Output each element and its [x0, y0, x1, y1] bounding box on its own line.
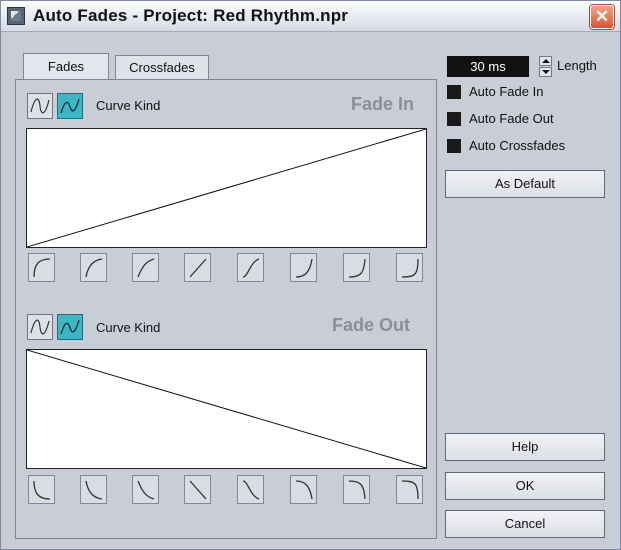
- auto-crossfades-checkbox[interactable]: [447, 139, 461, 153]
- fade-in-curve-editor[interactable]: [26, 128, 427, 248]
- fade-out-preset-3[interactable]: [132, 475, 159, 504]
- fade-in-preset-8[interactable]: [396, 253, 423, 282]
- fade-preset-icon: [33, 258, 51, 278]
- fade-in-preset-5[interactable]: [237, 253, 264, 282]
- auto-fade-in-checkbox[interactable]: [447, 85, 461, 99]
- fade-preset-icon: [401, 258, 419, 278]
- fade-preset-icon: [189, 480, 207, 500]
- title-bar[interactable]: Auto Fades - Project: Red Rhythm.npr ✕: [1, 1, 620, 32]
- length-field[interactable]: 30 ms: [447, 56, 529, 77]
- tab-crossfades[interactable]: Crossfades: [115, 55, 209, 80]
- fade-out-preset-8[interactable]: [396, 475, 423, 504]
- fade-in-preset-7[interactable]: [343, 253, 370, 282]
- fade-in-preset-4[interactable]: [184, 253, 211, 282]
- length-spinner[interactable]: [539, 56, 552, 77]
- fade-preset-icon: [85, 258, 103, 278]
- spinner-up-icon[interactable]: [539, 56, 552, 66]
- fade-preset-icon: [33, 480, 51, 500]
- fade-preset-icon: [189, 258, 207, 278]
- curve-kind-label-fade-in: Curve Kind: [96, 98, 161, 113]
- auto-fade-in-label[interactable]: Auto Fade In: [469, 84, 543, 99]
- fade-preset-icon: [401, 480, 419, 500]
- damped-spline-curve-icon: [60, 98, 80, 114]
- spline-curve-icon: [30, 319, 50, 335]
- help-button[interactable]: Help: [445, 433, 605, 461]
- auto-fade-out-checkbox[interactable]: [447, 112, 461, 126]
- fade-out-curve: [26, 349, 427, 469]
- fade-preset-icon: [348, 258, 366, 278]
- window-title: Auto Fades - Project: Red Rhythm.npr: [33, 6, 349, 25]
- fade-preset-icon: [137, 480, 155, 500]
- spline-curve-icon: [30, 98, 50, 114]
- fade-out-curve-editor[interactable]: [26, 349, 427, 469]
- fade-preset-icon: [242, 258, 260, 278]
- fade-out-heading: Fade Out: [332, 315, 411, 335]
- fade-out-preset-6[interactable]: [290, 475, 317, 504]
- fade-out-preset-5[interactable]: [237, 475, 264, 504]
- fade-in-curve: [26, 128, 427, 248]
- fade-preset-icon: [348, 480, 366, 500]
- fade-preset-icon: [137, 258, 155, 278]
- fade-in-heading: Fade In: [351, 94, 415, 114]
- fade-preset-icon: [242, 480, 260, 500]
- fade-in-preset-1[interactable]: [28, 253, 55, 282]
- fade-out-preset-7[interactable]: [343, 475, 370, 504]
- auto-fade-out-label[interactable]: Auto Fade Out: [469, 111, 554, 126]
- spline-curve-button-fade-out[interactable]: [27, 314, 53, 340]
- damped-spline-curve-button-fade-in[interactable]: [57, 93, 83, 119]
- fade-out-preset-1[interactable]: [28, 475, 55, 504]
- length-label: Length: [557, 58, 597, 73]
- fade-preset-icon: [295, 480, 313, 500]
- fade-out-preset-4[interactable]: [184, 475, 211, 504]
- close-button[interactable]: ✕: [590, 5, 614, 29]
- fade-preset-icon: [85, 480, 103, 500]
- spinner-down-icon[interactable]: [539, 67, 552, 77]
- fade-in-preset-2[interactable]: [80, 253, 107, 282]
- fade-in-preset-6[interactable]: [290, 253, 317, 282]
- auto-fades-dialog: Auto Fades - Project: Red Rhythm.npr ✕ F…: [0, 0, 621, 550]
- fade-preset-icon: [295, 258, 313, 278]
- fade-out-preset-2[interactable]: [80, 475, 107, 504]
- damped-spline-curve-icon: [60, 319, 80, 335]
- as-default-button[interactable]: As Default: [445, 170, 605, 198]
- ok-button[interactable]: OK: [445, 472, 605, 500]
- spline-curve-button-fade-in[interactable]: [27, 93, 53, 119]
- auto-crossfades-label[interactable]: Auto Crossfades: [469, 138, 565, 153]
- curve-kind-label-fade-out: Curve Kind: [96, 320, 161, 335]
- cancel-button[interactable]: Cancel: [445, 510, 605, 538]
- app-icon: [7, 7, 25, 25]
- fade-in-preset-3[interactable]: [132, 253, 159, 282]
- damped-spline-curve-button-fade-out[interactable]: [57, 314, 83, 340]
- tab-fades[interactable]: Fades: [23, 53, 109, 80]
